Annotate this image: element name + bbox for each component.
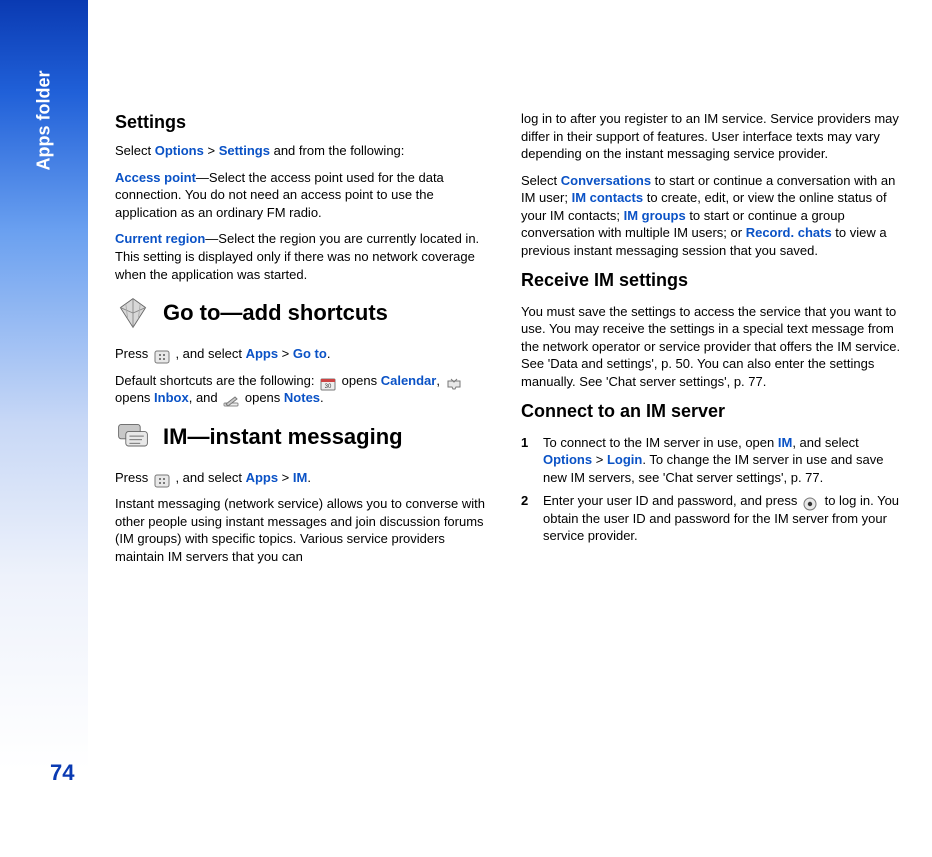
text: Default shortcuts are the following: <box>115 373 318 388</box>
list-item: 1 To connect to the IM server in use, op… <box>521 434 901 487</box>
text: , <box>436 373 443 388</box>
options-link: Options <box>155 143 204 158</box>
side-label: Apps folder <box>34 70 55 170</box>
separator: > <box>204 143 219 158</box>
im-link: IM <box>293 470 307 485</box>
im-description: Instant messaging (network service) allo… <box>115 495 495 565</box>
im-groups-link: IM groups <box>624 208 686 223</box>
receive-heading: Receive IM settings <box>521 268 901 292</box>
goto-heading-text: Go to—add shortcuts <box>163 298 388 328</box>
calendar-icon: 30 <box>320 374 336 388</box>
shortcuts-para: Default shortcuts are the following: 30 … <box>115 372 495 407</box>
connect-steps: 1 To connect to the IM server in use, op… <box>521 434 901 545</box>
receive-para: You must save the settings to access the… <box>521 303 901 391</box>
settings-intro: Select Options > Settings and from the f… <box>115 142 495 160</box>
step-number: 1 <box>521 434 533 487</box>
im-contacts-link: IM contacts <box>572 190 644 205</box>
chat-icon <box>115 419 151 455</box>
step-text: Enter your user ID and password, and pre… <box>543 492 901 545</box>
svg-text:30: 30 <box>325 384 332 390</box>
calendar-link: Calendar <box>381 373 437 388</box>
step-number: 2 <box>521 492 533 545</box>
goto-press-para: Press , and select Apps > Go to. <box>115 345 495 363</box>
text: Select <box>115 143 155 158</box>
text: Press <box>115 346 152 361</box>
select-para: Select Conversations to start or continu… <box>521 172 901 260</box>
options-link: Options <box>543 452 592 467</box>
im-heading: IM—instant messaging <box>115 419 495 455</box>
current-region-term: Current region <box>115 231 205 246</box>
text: . <box>307 470 311 485</box>
goto-link: Go to <box>293 346 327 361</box>
separator: > <box>278 470 293 485</box>
list-item: 2 Enter your user ID and password, and p… <box>521 492 901 545</box>
login-link: Login <box>607 452 642 467</box>
settings-heading: Settings <box>115 110 495 134</box>
text: , and select <box>172 470 246 485</box>
apps-link: Apps <box>246 346 279 361</box>
text: opens <box>338 373 381 388</box>
record-chats-link: Record. chats <box>746 225 832 240</box>
inbox-icon <box>446 374 462 388</box>
scroll-key-icon <box>803 495 819 509</box>
im-heading-text: IM—instant messaging <box>163 422 403 452</box>
page-content: Settings Select Options > Settings and f… <box>115 110 905 575</box>
text: opens <box>241 390 284 405</box>
step-text: To connect to the IM server in use, open… <box>543 434 901 487</box>
connect-heading: Connect to an IM server <box>521 399 901 423</box>
goto-heading: Go to—add shortcuts <box>115 295 495 331</box>
separator: > <box>278 346 293 361</box>
text: opens <box>115 390 154 405</box>
im-press-para: Press , and select Apps > IM. <box>115 469 495 487</box>
im-link: IM <box>778 435 792 450</box>
page-number: 74 <box>50 760 74 786</box>
text: and from the following: <box>270 143 404 158</box>
text: , and select <box>172 346 246 361</box>
access-point-para: Access point—Select the access point use… <box>115 169 495 222</box>
diamond-icon <box>115 295 151 331</box>
current-region-para: Current region—Select the region you are… <box>115 230 495 283</box>
conversations-link: Conversations <box>561 173 651 188</box>
menu-key-icon <box>154 471 170 485</box>
notes-icon <box>223 392 239 406</box>
text: , and <box>189 390 222 405</box>
access-point-term: Access point <box>115 170 196 185</box>
settings-link: Settings <box>219 143 270 158</box>
menu-key-icon <box>154 348 170 362</box>
separator: > <box>592 452 607 467</box>
side-tab: Apps folder <box>0 0 88 770</box>
column-right: log in to after you register to an IM se… <box>521 110 901 575</box>
im-continuation: log in to after you register to an IM se… <box>521 110 901 163</box>
text: , and select <box>792 435 859 450</box>
column-left: Settings Select Options > Settings and f… <box>115 110 495 575</box>
notes-link: Notes <box>284 390 320 405</box>
apps-link: Apps <box>246 470 279 485</box>
text: . <box>327 346 331 361</box>
inbox-link: Inbox <box>154 390 189 405</box>
text: To connect to the IM server in use, open <box>543 435 778 450</box>
text: Press <box>115 470 152 485</box>
text: . <box>320 390 324 405</box>
text: Enter your user ID and password, and pre… <box>543 493 801 508</box>
text: Select <box>521 173 561 188</box>
